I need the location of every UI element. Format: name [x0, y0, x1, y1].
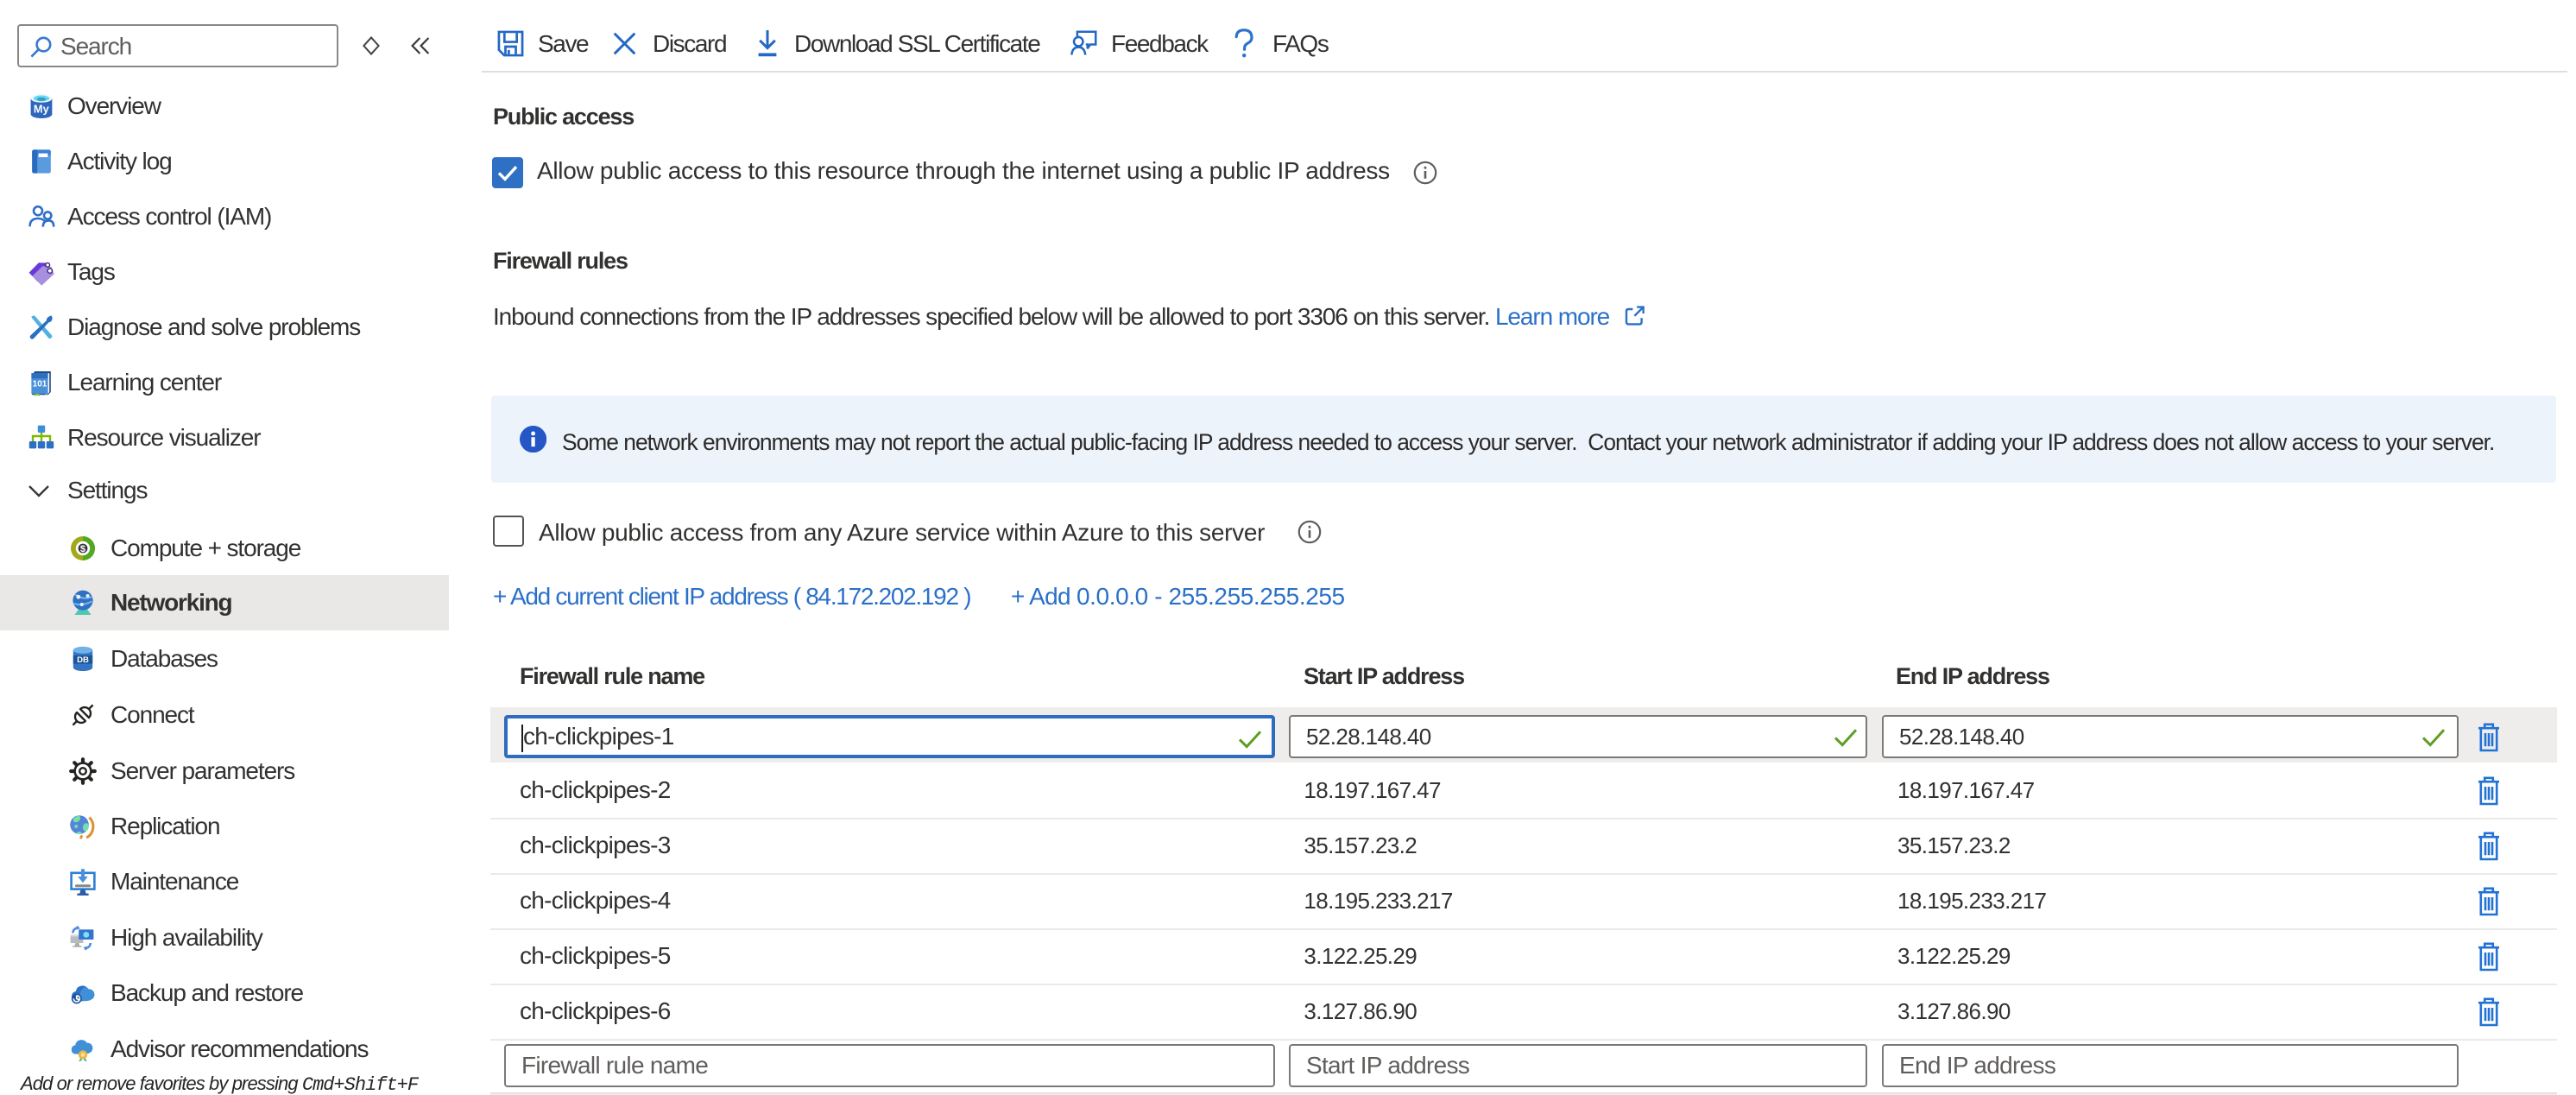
svg-text:101: 101 — [33, 380, 47, 389]
svg-text:My: My — [34, 103, 50, 116]
svg-text:$: $ — [80, 544, 86, 554]
svg-text:DB: DB — [77, 655, 89, 665]
